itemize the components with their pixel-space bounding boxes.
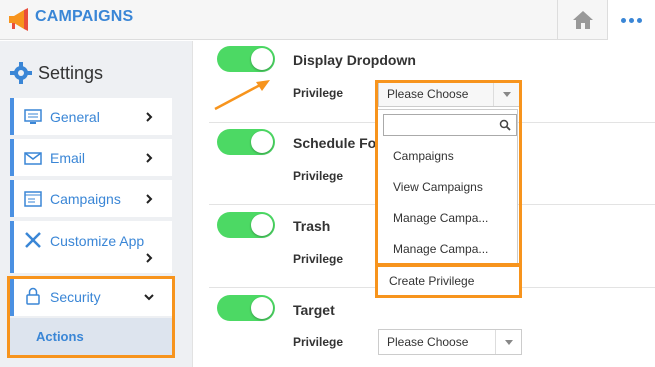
select-value: Please Choose bbox=[387, 335, 469, 349]
trash-toggle[interactable] bbox=[217, 212, 275, 238]
display-dropdown-toggle[interactable] bbox=[217, 46, 275, 72]
target-toggle[interactable] bbox=[217, 295, 275, 321]
sidebar-item-label: Campaigns bbox=[50, 191, 121, 207]
privilege-label: Privilege bbox=[293, 252, 344, 266]
row-title: Target bbox=[293, 302, 335, 318]
row-title: Display Dropdown bbox=[293, 52, 416, 68]
annotation-arrow-icon bbox=[214, 80, 270, 111]
sidebar-item-label: General bbox=[50, 109, 100, 125]
chevron-right-icon bbox=[146, 112, 153, 122]
setting-row: Target Privilege bbox=[209, 288, 655, 367]
chevron-right-icon bbox=[146, 253, 153, 263]
security-highlight-box bbox=[7, 276, 175, 358]
row-title: Schedule Fo bbox=[293, 135, 377, 151]
dropdown-highlight-box bbox=[375, 80, 522, 266]
settings-heading: Settings bbox=[10, 62, 103, 84]
home-button[interactable] bbox=[557, 0, 607, 40]
target-privilege-select[interactable]: Please Choose bbox=[378, 329, 522, 355]
app-title: CAMPAIGNS bbox=[35, 8, 134, 25]
sidebar-item-label: Email bbox=[50, 150, 86, 166]
home-icon bbox=[572, 11, 593, 29]
sidebar-item-campaigns[interactable]: Campaigns bbox=[10, 180, 172, 217]
sidebar-item-email[interactable]: Email bbox=[10, 139, 172, 176]
row-title: Trash bbox=[293, 218, 331, 234]
chevron-right-icon bbox=[146, 194, 153, 204]
sidebar-item-label: Customize App bbox=[50, 233, 145, 249]
more-dots-icon bbox=[621, 17, 626, 23]
more-options-button[interactable] bbox=[607, 0, 655, 40]
megaphone-icon bbox=[9, 8, 28, 31]
schedule-toggle[interactable] bbox=[217, 129, 275, 155]
privilege-label: Privilege bbox=[293, 86, 344, 100]
settings-title: Settings bbox=[38, 62, 104, 83]
privilege-label: Privilege bbox=[293, 335, 344, 349]
top-bar: CAMPAIGNS bbox=[0, 0, 655, 40]
sidebar-item-general[interactable]: General bbox=[10, 98, 172, 135]
monitor-icon bbox=[24, 109, 42, 124]
campaign-list-icon bbox=[24, 191, 42, 207]
tools-icon bbox=[25, 232, 41, 248]
privilege-label: Privilege bbox=[293, 169, 344, 183]
create-privilege-highlight-box bbox=[375, 264, 522, 298]
chevron-down-icon bbox=[495, 330, 521, 354]
chevron-right-icon bbox=[146, 153, 153, 163]
gear-icon bbox=[10, 62, 32, 84]
envelope-icon bbox=[24, 152, 42, 165]
sidebar-item-customize-app[interactable]: Customize App bbox=[10, 221, 172, 273]
